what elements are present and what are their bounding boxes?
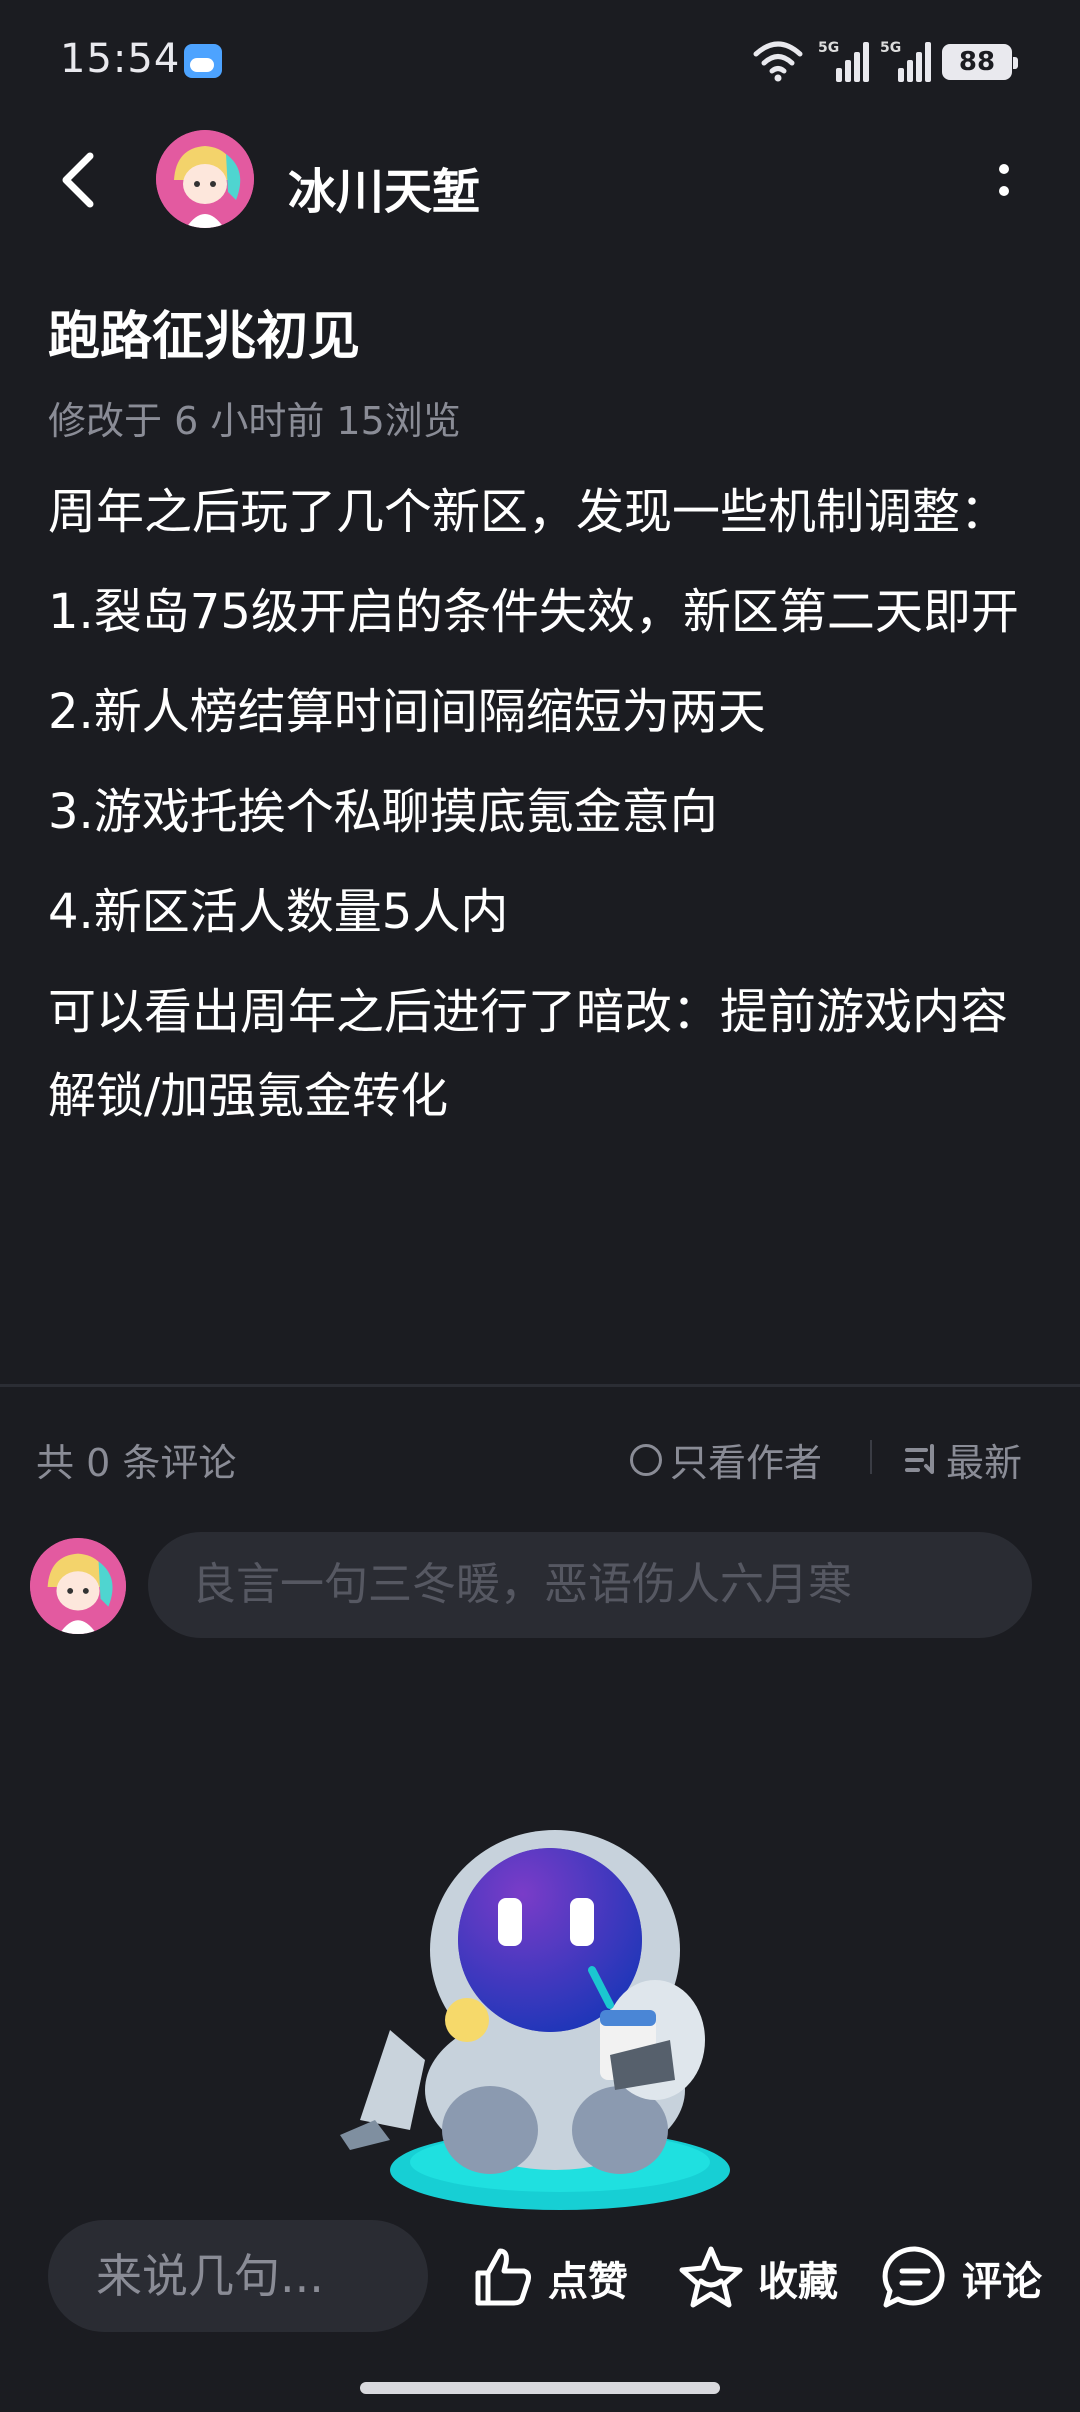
divider — [870, 1440, 872, 1474]
network-type-1: 5G — [818, 40, 840, 56]
cell-signal-1-icon: 5G — [818, 40, 869, 82]
only-author-toggle[interactable]: 只看作者 — [630, 1432, 822, 1487]
radio-circle-icon — [630, 1443, 662, 1476]
status-time: 15:54 — [60, 36, 181, 82]
battery-indicator: 88 — [942, 44, 1018, 80]
author-avatar[interactable] — [156, 130, 254, 228]
sort-label: 最新 — [946, 1441, 1023, 1485]
post-paragraph: 2.新人榜结算时间间隔缩短为两天 — [48, 684, 766, 740]
thumbs-up-icon — [475, 2248, 531, 2306]
post-body: 周年之后玩了几个新区，发现一些机制调整： 1.裂岛75级开启的条件失效，新区第二… — [48, 470, 1038, 1154]
cell-signal-2-icon: 5G — [880, 40, 931, 82]
comment-input[interactable]: 良言一句三冬暖，恶语伤人六月寒 — [148, 1532, 1032, 1638]
author-name[interactable]: 冰川天堑 — [288, 152, 480, 222]
more-vertical-icon[interactable] — [984, 150, 1024, 210]
favorite-label: 收藏 — [758, 2259, 838, 2305]
star-icon — [679, 2246, 743, 2308]
comment-button[interactable]: 评论 — [880, 2238, 1042, 2318]
sort-latest-button[interactable]: 最新 — [904, 1432, 1022, 1487]
back-arrow-icon[interactable] — [56, 150, 100, 210]
post-paragraph: 4.新区活人数量5人内 — [48, 884, 509, 940]
robot-mascot-illustration — [340, 1830, 730, 2210]
sort-icon — [905, 1443, 934, 1474]
like-button[interactable]: 点赞 — [470, 2238, 628, 2318]
user-avatar — [30, 1538, 126, 1634]
section-divider — [0, 1384, 1080, 1387]
post-meta: 修改于 6 小时前 15浏览 — [48, 399, 461, 443]
only-author-label: 只看作者 — [670, 1441, 823, 1485]
weather-icon — [184, 44, 222, 78]
wifi-icon — [753, 41, 803, 82]
home-indicator[interactable] — [360, 2382, 720, 2394]
post-title: 跑路征兆初见 — [48, 307, 361, 367]
post-paragraph: 3.游戏托挨个私聊摸底氪金意向 — [48, 784, 718, 840]
quick-comment-input[interactable]: 来说几句... — [48, 2220, 428, 2332]
post-paragraph: 可以看出周年之后进行了暗改：提前游戏内容解锁/加强氪金转化 — [48, 984, 1009, 1124]
network-type-2: 5G — [880, 40, 902, 56]
like-label: 点赞 — [548, 2259, 628, 2305]
favorite-button[interactable]: 收藏 — [676, 2238, 838, 2318]
post-paragraph: 周年之后玩了几个新区，发现一些机制调整： — [48, 484, 1009, 540]
comment-label: 评论 — [962, 2259, 1042, 2305]
comment-count: 共 0 条评论 — [36, 1441, 237, 1485]
post-paragraph: 1.裂岛75级开启的条件失效，新区第二天即开 — [48, 584, 1019, 640]
comment-bubble-icon — [882, 2246, 945, 2308]
